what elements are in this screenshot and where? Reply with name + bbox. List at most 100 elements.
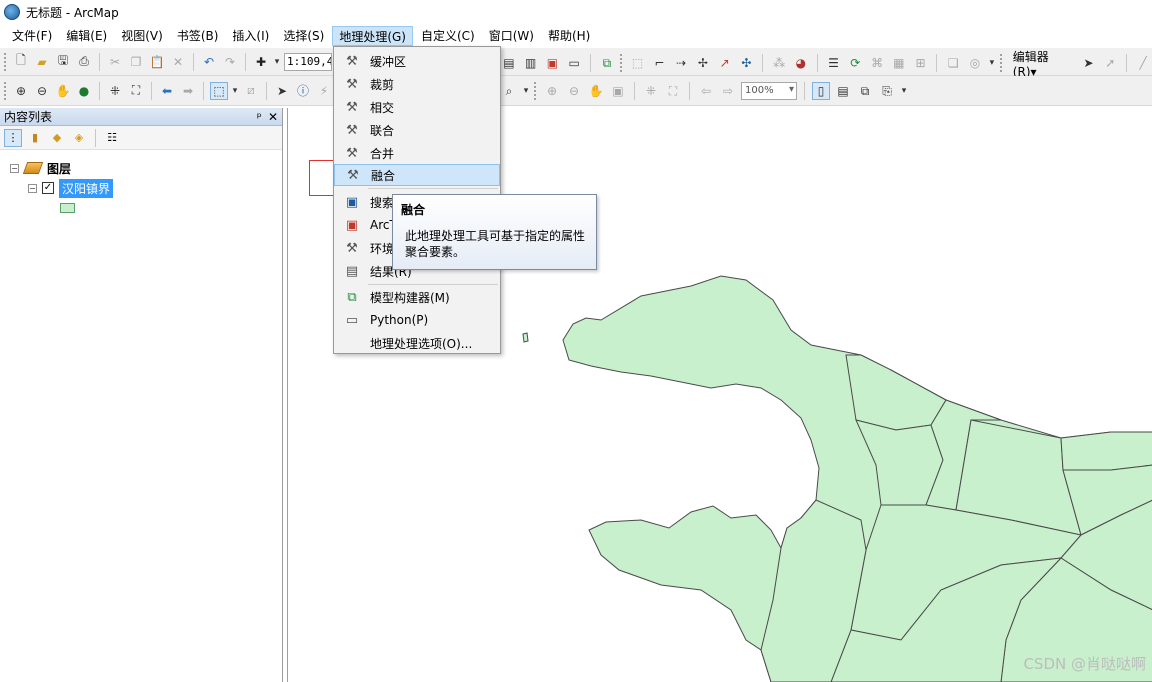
layer-visibility-checkbox[interactable]: ✓: [42, 182, 54, 194]
forward-arrow-icon[interactable]: ➡: [179, 82, 197, 100]
toolbar-grip[interactable]: [999, 54, 1003, 72]
undo-icon[interactable]: ↶: [200, 53, 218, 71]
delete-icon[interactable]: ✕: [169, 53, 187, 71]
python-window-icon[interactable]: ▭: [565, 54, 583, 72]
split-icon[interactable]: ↗: [716, 54, 734, 72]
fixed-zoom-out-icon[interactable]: ⛶: [127, 82, 145, 100]
menu-file[interactable]: 文件(F): [6, 26, 58, 46]
chevron-down-icon[interactable]: ▾: [231, 82, 239, 100]
chevron-down-icon[interactable]: ▾: [900, 82, 908, 100]
tool-gray-icon-1[interactable]: ⌘: [868, 54, 886, 72]
editor-toolbar-icon[interactable]: ▤: [500, 54, 518, 72]
zoom-whole-page-icon[interactable]: ▣: [609, 82, 627, 100]
globe-color-icon[interactable]: ◕: [792, 54, 810, 72]
chevron-down-icon[interactable]: ▾: [988, 54, 996, 72]
toc-options-icon[interactable]: ☷: [103, 129, 121, 147]
reshape-icon[interactable]: ⇢: [672, 54, 690, 72]
menu-windows[interactable]: 窗口(W): [483, 26, 540, 46]
print-icon[interactable]: ⎙: [75, 53, 93, 71]
change-layout-icon[interactable]: ⧉: [856, 82, 874, 100]
cut-icon[interactable]: ✂: [106, 53, 124, 71]
rotate-icon[interactable]: ✣: [737, 54, 755, 72]
layout-zoom-out-icon[interactable]: ⊖: [565, 82, 583, 100]
data-driven-pages-icon[interactable]: ⎘: [878, 82, 896, 100]
editor-menu-button[interactable]: 编辑器(R)▾: [1009, 48, 1076, 79]
layout-fixed-in-icon[interactable]: ⁜: [642, 82, 660, 100]
redo-icon[interactable]: ↷: [221, 53, 239, 71]
model-builder-icon[interactable]: ⧉: [598, 54, 616, 72]
edit-arrow-icon[interactable]: ➤: [1080, 54, 1098, 72]
menu-item-geoprocessing-options[interactable]: 地理处理选项(O)...: [334, 332, 500, 354]
edit-annotation-icon[interactable]: ➚: [1101, 54, 1119, 72]
collapse-icon[interactable]: −: [28, 183, 37, 193]
chevron-down-icon[interactable]: ▾: [522, 82, 530, 100]
attributes-icon[interactable]: ☰: [825, 54, 843, 72]
menu-edit[interactable]: 编辑(E): [60, 26, 113, 46]
layout-zoom-select[interactable]: 100%: [741, 82, 797, 100]
layout-zoom-in-icon[interactable]: ⊕: [543, 82, 561, 100]
chevron-down-icon[interactable]: ▾: [273, 53, 281, 71]
layout-back-icon[interactable]: ⇦: [697, 82, 715, 100]
hyperlink-icon[interactable]: ⚡: [315, 82, 333, 100]
focus-frame-icon[interactable]: ▤: [834, 82, 852, 100]
clear-selection-icon[interactable]: ⧄: [242, 82, 260, 100]
menu-bookmarks[interactable]: 书签(B): [171, 26, 225, 46]
close-icon[interactable]: ✕: [268, 110, 278, 124]
collapse-icon[interactable]: −: [10, 163, 19, 173]
layout-pan-icon[interactable]: ✋: [587, 82, 605, 100]
menu-item-merge[interactable]: ⚒ 合并: [334, 142, 500, 164]
tool-gray-icon-3[interactable]: ⊞: [912, 54, 930, 72]
pan-hand-icon[interactable]: ✋: [54, 82, 72, 100]
save-icon[interactable]: 🖫: [54, 53, 72, 71]
tool-gray-icon-4[interactable]: ❏: [944, 54, 962, 72]
menu-item-union[interactable]: ⚒ 联合: [334, 119, 500, 141]
menu-geoprocessing[interactable]: 地理处理(G): [332, 26, 413, 46]
menu-view[interactable]: 视图(V): [115, 26, 169, 46]
layout-fixed-out-icon[interactable]: ⛶: [664, 82, 682, 100]
layout-forward-icon[interactable]: ⇨: [719, 82, 737, 100]
toggle-draft-icon[interactable]: ▯: [812, 82, 830, 100]
menu-item-model-builder[interactable]: ⧉ 模型构建器(M): [334, 286, 500, 308]
back-arrow-icon[interactable]: ⬅: [158, 82, 176, 100]
new-document-icon[interactable]: 🗋: [12, 53, 30, 71]
paste-icon[interactable]: 📋: [148, 53, 166, 71]
township-polygon[interactable]: [1060, 431, 1152, 471]
menu-insert[interactable]: 插入(I): [226, 26, 275, 46]
find-icon[interactable]: ⌕: [500, 82, 518, 100]
menu-item-dissolve[interactable]: ⚒ 融合: [334, 164, 500, 186]
select-features-icon[interactable]: ⬚: [210, 81, 228, 100]
copy-icon[interactable]: ❐: [127, 53, 145, 71]
zoom-in-icon[interactable]: ⊕: [12, 82, 30, 100]
open-folder-icon[interactable]: ▰: [33, 53, 51, 71]
menu-selection[interactable]: 选择(S): [277, 26, 330, 46]
refresh-icon[interactable]: ⟳: [846, 54, 864, 72]
list-by-drawing-order-icon[interactable]: ⋮: [4, 128, 22, 147]
zoom-out-icon[interactable]: ⊖: [33, 82, 51, 100]
list-by-visibility-icon[interactable]: ◆: [48, 129, 66, 147]
toolbar-grip[interactable]: [534, 82, 537, 100]
menu-item-python[interactable]: ▭ Python(P): [334, 309, 500, 331]
menu-item-clip[interactable]: ⚒ 裁剪: [334, 73, 500, 95]
arctoolbox-icon[interactable]: ▣: [544, 54, 562, 72]
township-polygon[interactable]: [845, 354, 947, 431]
full-extent-globe-icon[interactable]: ●: [75, 82, 93, 100]
fixed-zoom-in-icon[interactable]: ⁜: [106, 82, 124, 100]
menu-help[interactable]: 帮助(H): [542, 26, 596, 46]
cut-polygon-icon[interactable]: ✢: [694, 54, 712, 72]
catalog-window-icon[interactable]: ▥: [522, 54, 540, 72]
sketch-icon[interactable]: ⁂: [770, 54, 788, 72]
pin-icon[interactable]: ᵖ: [257, 110, 262, 124]
tool-gray-icon-2[interactable]: ▦: [890, 54, 908, 72]
data-frame-label[interactable]: 图层: [47, 160, 71, 177]
straight-segment-icon[interactable]: ╱: [1134, 54, 1152, 72]
menu-item-buffer[interactable]: ⚒ 缓冲区: [334, 50, 500, 72]
add-data-icon[interactable]: ✚: [252, 53, 270, 71]
list-by-selection-icon[interactable]: ◈: [70, 129, 88, 147]
menu-item-intersect[interactable]: ⚒ 相交: [334, 96, 500, 118]
tool-gray-icon-5[interactable]: ◎: [966, 54, 984, 72]
small-island-polygon[interactable]: [522, 332, 529, 343]
menu-customize[interactable]: 自定义(C): [415, 26, 481, 46]
identify-info-icon[interactable]: ⓘ: [294, 82, 312, 100]
edit-tool-icon[interactable]: ⬚: [629, 54, 647, 72]
list-by-source-icon[interactable]: ▮: [26, 129, 44, 147]
